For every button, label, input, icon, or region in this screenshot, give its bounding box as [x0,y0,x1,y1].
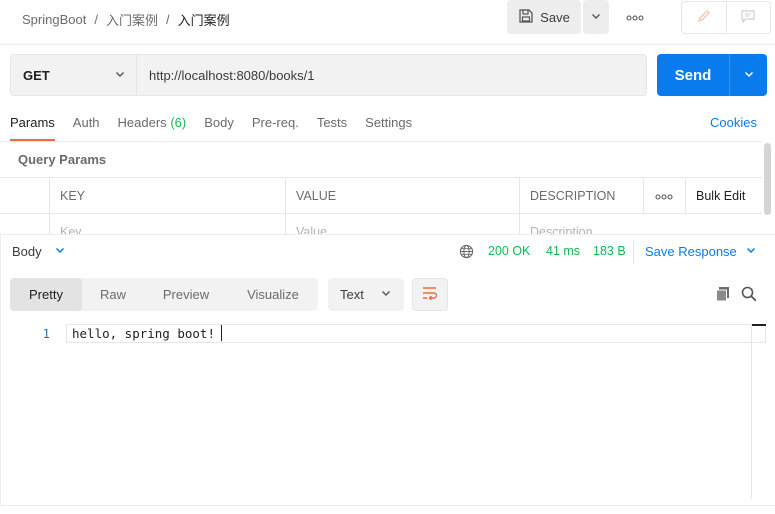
value-input[interactable]: Value [285,214,520,235]
column-header-description: DESCRIPTION [519,178,644,214]
table-row: Key Value Description [0,214,762,235]
save-options-button[interactable] [583,0,609,34]
description-input[interactable]: Description [519,214,762,235]
table-header-row: KEY VALUE DESCRIPTION Bulk Edit [0,178,762,214]
breadcrumb-item-workspace[interactable]: SpringBoot [22,12,86,27]
tab-pretty[interactable]: Pretty [10,278,82,311]
chevron-down-icon [745,244,757,259]
bulk-edit-button[interactable]: Bulk Edit [685,178,762,214]
divider [633,240,634,264]
params-table: KEY VALUE DESCRIPTION Bulk Edit Key Valu… [0,177,762,235]
save-label: Save [540,9,570,25]
response-size[interactable]: 183 B [593,244,626,258]
tab-tests[interactable]: Tests [317,115,347,141]
more-actions-button[interactable] [620,8,650,26]
tab-pre-request[interactable]: Pre-req. [252,115,299,141]
send-options-button[interactable] [729,54,767,96]
globe-icon[interactable] [459,244,474,262]
tab-preview[interactable]: Preview [144,278,228,311]
column-header-key: KEY [49,178,285,214]
divider [0,234,775,235]
comment-icon [740,8,756,27]
cookies-link[interactable]: Cookies [710,115,757,130]
edit-docs-button[interactable] [682,2,726,33]
response-section-select[interactable]: Body [12,244,66,259]
method-label: GET [23,67,50,83]
response-time[interactable]: 41 ms [546,244,580,258]
headers-count: (6) [170,115,187,130]
breadcrumb-separator: / [165,11,170,27]
editor-scrollbar[interactable] [751,324,766,499]
right-toolbar [681,1,771,34]
breadcrumb-item-folder[interactable]: 入门案例 [106,10,158,29]
pencil-icon [696,8,712,27]
save-button[interactable]: Save [507,0,581,34]
wrap-lines-button[interactable] [412,278,448,311]
key-input[interactable]: Key [49,214,285,235]
response-editor[interactable] [0,323,766,507]
chevron-down-icon [54,244,66,259]
tab-params[interactable]: Params [10,115,55,141]
tab-visualize[interactable]: Visualize [228,278,318,311]
send-button-group: Send [657,54,767,96]
wrap-icon [421,285,439,304]
chevron-down-icon [114,68,126,83]
query-params-title: Query Params [18,152,107,167]
tab-settings[interactable]: Settings [365,115,412,141]
breadcrumb-current[interactable]: 入门案例 [178,10,230,29]
code-line[interactable]: hello, spring boot! [72,326,215,341]
format-label: Text [340,287,364,302]
line-number: 1 [42,326,50,341]
chevron-down-icon [743,68,755,83]
send-button[interactable]: Send [657,54,729,96]
column-header-value: VALUE [285,178,520,214]
comments-button[interactable] [725,2,771,33]
chevron-down-icon [380,287,392,302]
url-input[interactable]: http://localhost:8080/books/1 [136,54,647,96]
more-icon [626,10,644,24]
request-scrollbar[interactable] [764,143,771,215]
save-response-label: Save Response [645,244,737,259]
tab-raw[interactable]: Raw [82,278,144,311]
request-tabs: Params Auth Headers (6) Body Pre-req. Te… [10,115,430,141]
tab-headers[interactable]: Headers (6) [118,115,187,141]
response-section-label: Body [12,244,42,259]
editor-scrollbar-thumb[interactable] [752,324,766,326]
format-select[interactable]: Text [328,278,404,311]
breadcrumb-separator: / [94,11,98,27]
divider [0,141,762,142]
more-icon [655,189,673,203]
status-code[interactable]: 200 OK [488,244,530,258]
search-icon[interactable] [740,285,758,306]
tab-body[interactable]: Body [204,115,234,141]
save-response-button[interactable]: Save Response [645,244,757,259]
divider [0,44,775,45]
chevron-down-icon [590,10,602,25]
method-select[interactable]: GET [10,54,136,96]
tab-auth[interactable]: Auth [73,115,100,141]
breadcrumb: SpringBoot / 入门案例 / 入门案例 [22,10,230,28]
copy-icon[interactable] [714,285,732,306]
divider [0,505,775,506]
text-cursor [221,325,222,341]
response-view-tabs: Pretty Raw Preview Visualize [10,278,318,311]
column-options-button[interactable] [643,178,685,214]
save-icon [518,8,534,27]
